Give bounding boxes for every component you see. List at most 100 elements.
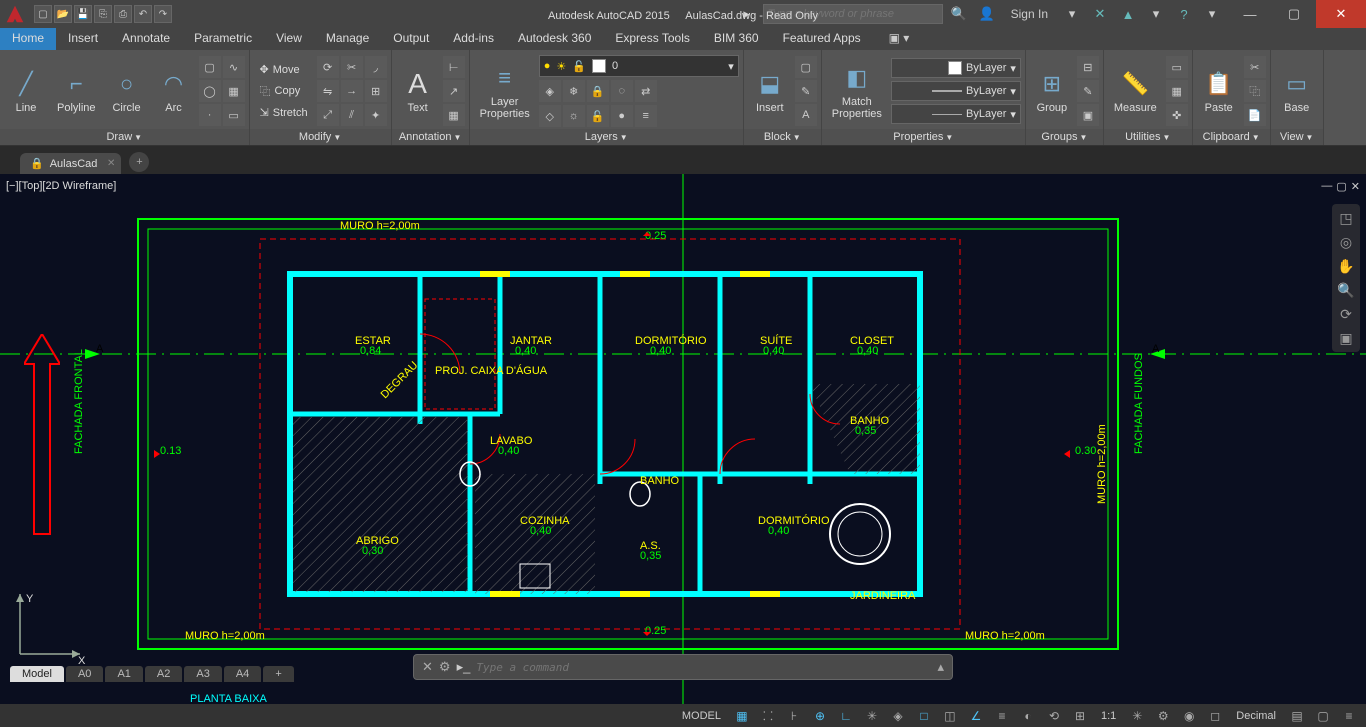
calc-icon[interactable]: ▦ [1166,80,1188,102]
annomon-icon[interactable]: ⊞ [1069,707,1091,725]
qat-save-icon[interactable]: 💾 [74,5,92,23]
polar-icon[interactable]: ✳ [861,707,883,725]
close-tab-icon[interactable]: ✕ [107,158,115,169]
annoscale-icon[interactable]: ✳ [1126,707,1148,725]
tab-featuredapps[interactable]: Featured Apps [771,28,873,50]
recent-cmd-icon[interactable]: ▴ [937,659,944,675]
viewcube-icon[interactable]: ◳ [1336,208,1356,228]
steering-icon[interactable]: ◎ [1336,232,1356,252]
arc-button[interactable]: ◠Arc [152,53,196,129]
panel-label-clipboard[interactable]: Clipboard▼ [1193,129,1270,145]
user-icon[interactable]: 👤 [975,2,999,26]
quickprops-icon[interactable]: ▤ [1286,707,1308,725]
group-button[interactable]: ⊞Group [1030,53,1074,129]
maximize-vp-icon[interactable]: ▢ [1336,180,1346,193]
stretch-button[interactable]: ⇲Stretch [254,104,314,121]
dynamic-icon[interactable]: ⊕ [809,707,831,725]
pan-icon[interactable]: ✋ [1336,256,1356,276]
tab-home[interactable]: Home [0,28,56,50]
snap-icon[interactable]: ⸬ [757,707,779,725]
qat-undo-icon[interactable]: ↶ [134,5,152,23]
layout-tab-a3[interactable]: A3 [184,666,221,682]
copy-clip-icon[interactable]: ⿻ [1244,80,1266,102]
rotate-icon[interactable]: ⟳ [317,56,339,78]
tab-manage[interactable]: Manage [314,28,381,50]
layer-match-icon[interactable]: ⇄ [635,80,657,102]
chevron-down-icon[interactable]: ▾ [1200,2,1224,26]
text-button[interactable]: AText [396,53,440,129]
create-block-icon[interactable]: ▢ [795,56,817,78]
3dosnap-icon[interactable]: ◫ [939,707,961,725]
layout-tab-a0[interactable]: A0 [66,666,103,682]
close-vp-icon[interactable]: ✕ [1351,180,1360,193]
chevron-down-icon[interactable]: ▾ [1060,2,1084,26]
qat-plot-icon[interactable]: ⎙ [114,5,132,23]
rect-icon[interactable]: ▢ [199,56,221,78]
workspace-icon[interactable]: ⚙ [1152,707,1174,725]
layer-thaw-icon[interactable]: ☼ [563,105,585,127]
close-button[interactable]: ✕ [1316,0,1366,28]
tab-expresstools[interactable]: Express Tools [603,28,701,50]
base-button[interactable]: ▭Base [1275,53,1319,129]
panel-label-utilities[interactable]: Utilities▼ [1104,129,1192,145]
zoom-icon[interactable]: 🔍 [1336,280,1356,300]
cycling-icon[interactable]: ⟲ [1043,707,1065,725]
customize-cmd-icon[interactable]: ⚙ [439,659,451,675]
layer-on-icon[interactable]: ● [611,105,633,127]
qat-saveas-icon[interactable]: ⎘ [94,5,112,23]
panel-label-properties[interactable]: Properties▼ [822,129,1025,145]
insert-button[interactable]: ⬓Insert [748,53,792,129]
layer-lock-icon[interactable]: 🔒 [587,80,609,102]
paste-button[interactable]: 📋Paste [1197,53,1241,129]
lineweight-dropdown[interactable]: ByLayer▾ [891,81,1021,101]
select-icon[interactable]: ▭ [1166,56,1188,78]
edit-attr-icon[interactable]: A [795,104,817,126]
exchange-icon[interactable]: ✕ [1088,2,1112,26]
panel-label-view[interactable]: View▼ [1271,129,1323,145]
mirror-icon[interactable]: ⇋ [317,80,339,102]
point-icon[interactable]: · [199,104,221,126]
linetype-dropdown[interactable]: ByLayer▾ [891,104,1021,124]
layout-tab-model[interactable]: Model [10,666,64,682]
tab-autodesk360[interactable]: Autodesk 360 [506,28,603,50]
status-units[interactable]: Decimal [1230,710,1282,722]
command-line[interactable]: ✕ ⚙ ▸_ ▴ [413,654,953,680]
layout-tab-plus[interactable]: + [263,666,293,682]
line-button[interactable]: ╱Line [4,53,48,129]
infer-icon[interactable]: ⊦ [783,707,805,725]
measure-button[interactable]: 📏Measure [1108,53,1163,129]
help-icon[interactable]: ? [1172,2,1196,26]
trim-icon[interactable]: ✂ [341,56,363,78]
qat-new-icon[interactable]: ▢ [34,5,52,23]
search-icon[interactable]: 🔍 [947,2,971,26]
tab-expand-icon[interactable]: ▣ ▾ [877,28,922,50]
tab-annotate[interactable]: Annotate [110,28,182,50]
hatch-icon[interactable]: ▦ [223,80,245,102]
copy-button[interactable]: ⿻Copy [254,81,314,101]
ortho-icon[interactable]: ∟ [835,707,857,725]
fillet-icon[interactable]: ◞ [365,56,387,78]
app-logo[interactable] [0,0,30,28]
leader-icon[interactable]: ↗ [443,80,465,102]
lweight-icon[interactable]: ≡ [991,707,1013,725]
new-tab-button[interactable]: + [129,152,149,172]
layout-tab-a2[interactable]: A2 [145,666,182,682]
drawing-area[interactable]: [−][Top][2D Wireframe] — ▢ ✕ [0,174,1366,704]
layer-state-icon[interactable]: ≡ [635,105,657,127]
otrack-icon[interactable]: ∠ [965,707,987,725]
minimize-vp-icon[interactable]: — [1321,180,1332,193]
offset-icon[interactable]: ⫽ [341,104,363,126]
point-icon[interactable]: ✜ [1166,104,1188,126]
panel-label-layers[interactable]: Layers▼ [470,129,743,145]
color-dropdown[interactable]: ByLayer▾ [891,58,1021,78]
chevron-down-icon[interactable]: ▾ [1144,2,1168,26]
extend-icon[interactable]: → [341,80,363,102]
spline-icon[interactable]: ∿ [223,56,245,78]
maximize-button[interactable]: ▢ [1272,0,1316,28]
hardware-icon[interactable]: ◉ [1178,707,1200,725]
qat-redo-icon[interactable]: ↷ [154,5,172,23]
layer-iso-icon[interactable]: ◈ [539,80,561,102]
layer-dropdown[interactable]: ● ☀ 🔓 0 ▾ [539,55,739,77]
paste-special-icon[interactable]: 📄 [1244,104,1266,126]
tab-parametric[interactable]: Parametric [182,28,264,50]
